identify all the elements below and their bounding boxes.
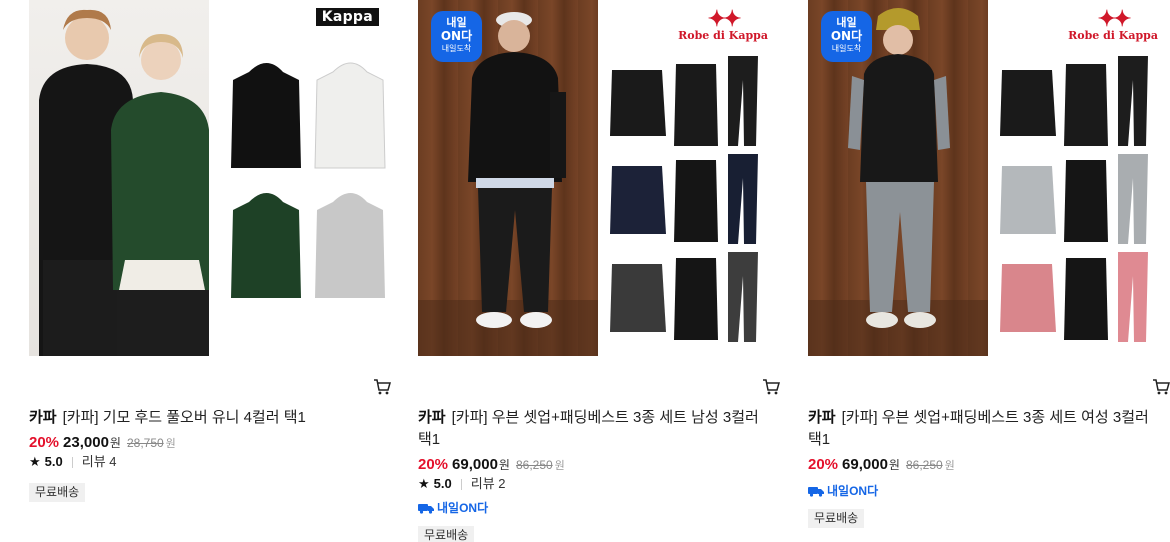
divider [460, 478, 462, 490]
product-name: [카파] 기모 후드 풀오버 유니 4컬러 택1 [62, 409, 306, 426]
product-name: [카파] 우븐 셋업+패딩베스트 3종 세트 여성 3컬러 택1 [808, 409, 1149, 448]
rating-score: 5.0 [433, 476, 452, 491]
kappa-figures-icon: ✦✦ [1097, 6, 1132, 32]
rating-row: ★ 5.0 리뷰 4 [29, 453, 117, 471]
rating-score: 5.0 [44, 454, 63, 469]
cart-icon[interactable] [1152, 378, 1170, 396]
brand-name: 카파 [418, 409, 446, 426]
currency-label: 원 [109, 436, 121, 450]
original-currency-label: 원 [165, 438, 176, 450]
product-title[interactable]: 카파 [카파] 우븐 셋업+패딩베스트 3종 세트 여성 3컬러 택1 [808, 407, 1164, 451]
product-title[interactable]: 카파 [카파] 기모 후드 풀오버 유니 4컬러 택1 [29, 407, 385, 429]
original-currency-label: 원 [944, 460, 955, 472]
kappa-figures-icon: ✦✦ [707, 6, 742, 32]
tomorrow-delivery-badge: 내일ON다 [808, 482, 878, 499]
product-card[interactable]: Kappa 카파 [카파] 기모 후드 풀오버 유니 4컬러 택1 20% 23,0… [29, 0, 391, 542]
product-grid: Kappa 카파 [카파] 기모 후드 풀오버 유니 4컬러 택1 20% 23,0… [0, 0, 1170, 542]
robe-di-kappa-logo: ✦✦ Robe di Kappa [678, 6, 768, 42]
product-card[interactable]: 내일 ON다 내일도착 ✦✦ Robe di Kappa 카파 [카파] 우븐 … [418, 0, 780, 542]
product-card[interactable]: 내일 ON다 내일도착 ✦✦ Robe di Kappa 카파 [카파] 우븐 … [808, 0, 1170, 542]
free-shipping-badge: 무료배송 [29, 483, 86, 502]
product-image[interactable]: Kappa [29, 0, 387, 356]
brand-name: 카파 [29, 409, 57, 426]
original-currency-label: 원 [554, 460, 565, 472]
tomorrow-delivery-badge: 내일ON다 [418, 499, 488, 516]
currency-label: 원 [888, 458, 900, 472]
product-image[interactable]: 내일 ON다 내일도착 ✦✦ Robe di Kappa [418, 0, 776, 356]
original-price: 86,250 [905, 458, 943, 472]
free-shipping-badge: 무료배송 [418, 526, 475, 542]
review-count: 리뷰 4 [81, 454, 117, 469]
product-title[interactable]: 카파 [카파] 우븐 셋업+패딩베스트 3종 세트 남성 3컬러 택1 [418, 407, 774, 451]
product-swatches [215, 50, 387, 350]
review-count: 리뷰 2 [470, 476, 506, 491]
divider [71, 456, 73, 468]
tomorrow-delivery-flag: 내일 ON다 내일도착 [431, 11, 482, 62]
price-row: 20% 69,000원 86,250 원 [808, 455, 955, 476]
robe-di-kappa-logo: ✦✦ Robe di Kappa [1068, 6, 1158, 42]
product-swatches [994, 50, 1166, 350]
sale-price: 69,000 [452, 456, 498, 473]
star-icon: ★ [418, 476, 430, 491]
sale-price: 23,000 [63, 434, 109, 451]
product-image[interactable]: 내일 ON다 내일도착 ✦✦ Robe di Kappa [808, 0, 1166, 356]
star-icon: ★ [29, 454, 41, 469]
cart-icon[interactable] [762, 378, 780, 396]
rating-row: ★ 5.0 리뷰 2 [418, 475, 506, 493]
kappa-logo: Kappa [315, 8, 379, 26]
cart-icon[interactable] [373, 378, 391, 396]
currency-label: 원 [498, 458, 510, 472]
original-price: 28,750 [126, 436, 164, 450]
discount-rate: 20% [29, 434, 60, 451]
original-price: 86,250 [515, 458, 553, 472]
brand-name: 카파 [808, 409, 836, 426]
model-photo [29, 0, 209, 356]
product-swatches [604, 50, 776, 350]
price-row: 20% 23,000원 28,750 원 [29, 433, 176, 454]
truck-icon [808, 486, 824, 497]
tomorrow-delivery-flag: 내일 ON다 내일도착 [821, 11, 872, 62]
sale-price: 69,000 [842, 456, 888, 473]
truck-icon [418, 503, 434, 514]
free-shipping-badge: 무료배송 [808, 509, 865, 528]
discount-rate: 20% [418, 456, 449, 473]
discount-rate: 20% [808, 456, 839, 473]
price-row: 20% 69,000원 86,250 원 [418, 455, 565, 476]
product-name: [카파] 우븐 셋업+패딩베스트 3종 세트 남성 3컬러 택1 [418, 409, 759, 448]
